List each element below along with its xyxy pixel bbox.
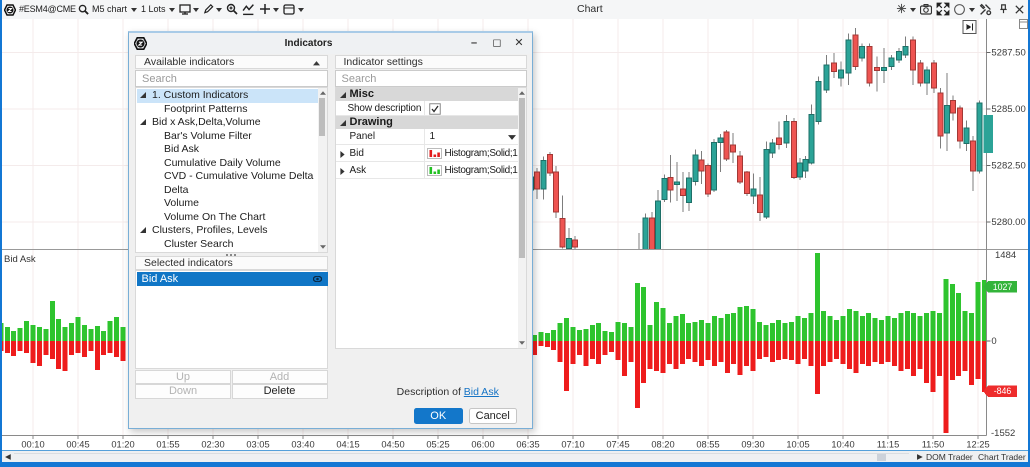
svg-text:11:50: 11:50 [922,440,945,450]
svg-text:0: 0 [991,336,996,347]
svg-text:10:40: 10:40 [831,440,854,450]
svg-text:00:45: 00:45 [66,440,89,450]
svg-text:Bid Ask: Bid Ask [4,254,36,265]
svg-text:01:55: 01:55 [156,440,179,450]
svg-text:01:20: 01:20 [111,440,134,450]
svg-text:03:40: 03:40 [291,440,314,450]
svg-text:10:05: 10:05 [786,440,809,450]
svg-text:08:20: 08:20 [651,440,674,450]
svg-text:05:25: 05:25 [426,440,449,450]
svg-text:5287.50: 5287.50 [991,48,1025,59]
svg-text:5285.00: 5285.00 [991,104,1025,115]
svg-text:5280.00: 5280.00 [991,217,1025,228]
svg-text:02:30: 02:30 [201,440,224,450]
svg-text:09:30: 09:30 [741,440,764,450]
svg-text:12:25: 12:25 [966,440,989,450]
svg-text:5282.50: 5282.50 [991,161,1025,172]
svg-text:00:10: 00:10 [21,440,44,450]
svg-text:06:35: 06:35 [516,440,539,450]
svg-text:1027: 1027 [993,282,1013,292]
svg-text:08:55: 08:55 [696,440,719,450]
svg-text:07:10: 07:10 [561,440,584,450]
svg-text:07:45: 07:45 [606,440,629,450]
svg-text:04:50: 04:50 [381,440,404,450]
svg-text:1484: 1484 [995,250,1016,261]
svg-text:-846: -846 [994,386,1012,396]
svg-text:-1552: -1552 [991,428,1015,439]
svg-text:06:00: 06:00 [471,440,494,450]
svg-text:04:15: 04:15 [336,440,359,450]
svg-text:11:15: 11:15 [877,440,900,450]
svg-text:03:05: 03:05 [246,440,269,450]
